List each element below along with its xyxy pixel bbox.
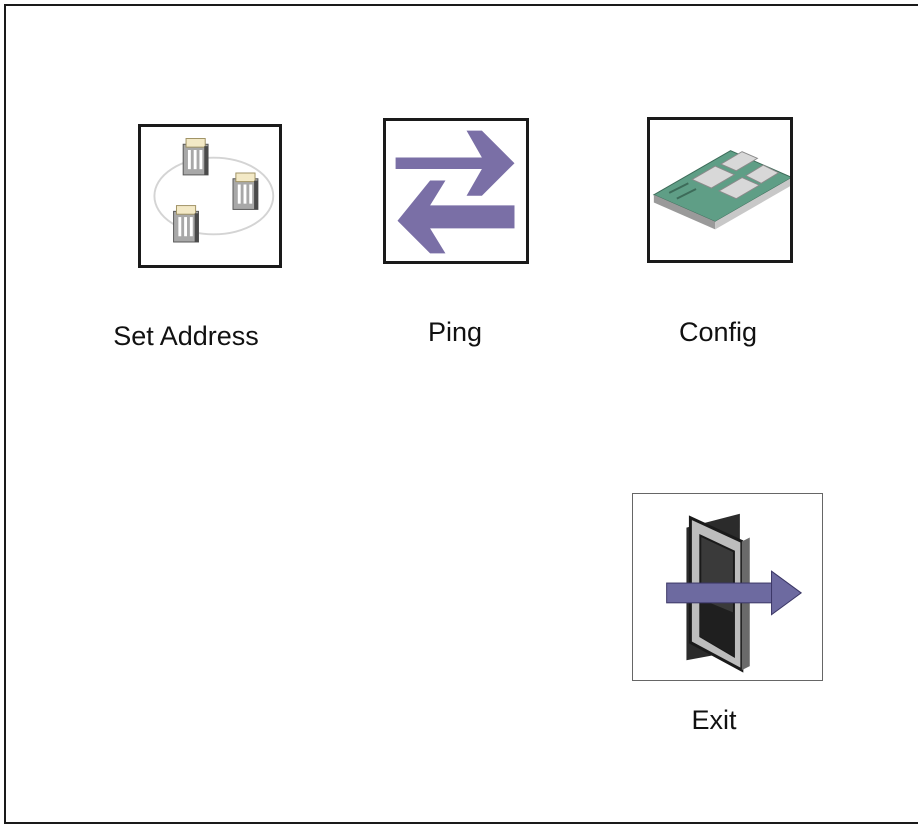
exit-button[interactable] <box>632 493 823 681</box>
network-nodes-icon <box>153 138 275 243</box>
config-label[interactable]: Config <box>679 317 757 348</box>
exit-door-icon <box>666 513 803 673</box>
ping-button[interactable] <box>383 118 529 264</box>
set-address-label[interactable]: Set Address <box>113 321 259 352</box>
transfer-arrows-icon <box>395 130 515 254</box>
circuit-board-icon <box>652 150 790 230</box>
config-button[interactable] <box>647 117 793 263</box>
exit-label[interactable]: Exit <box>691 705 736 736</box>
set-address-button[interactable] <box>138 124 282 268</box>
ping-label[interactable]: Ping <box>428 317 482 348</box>
